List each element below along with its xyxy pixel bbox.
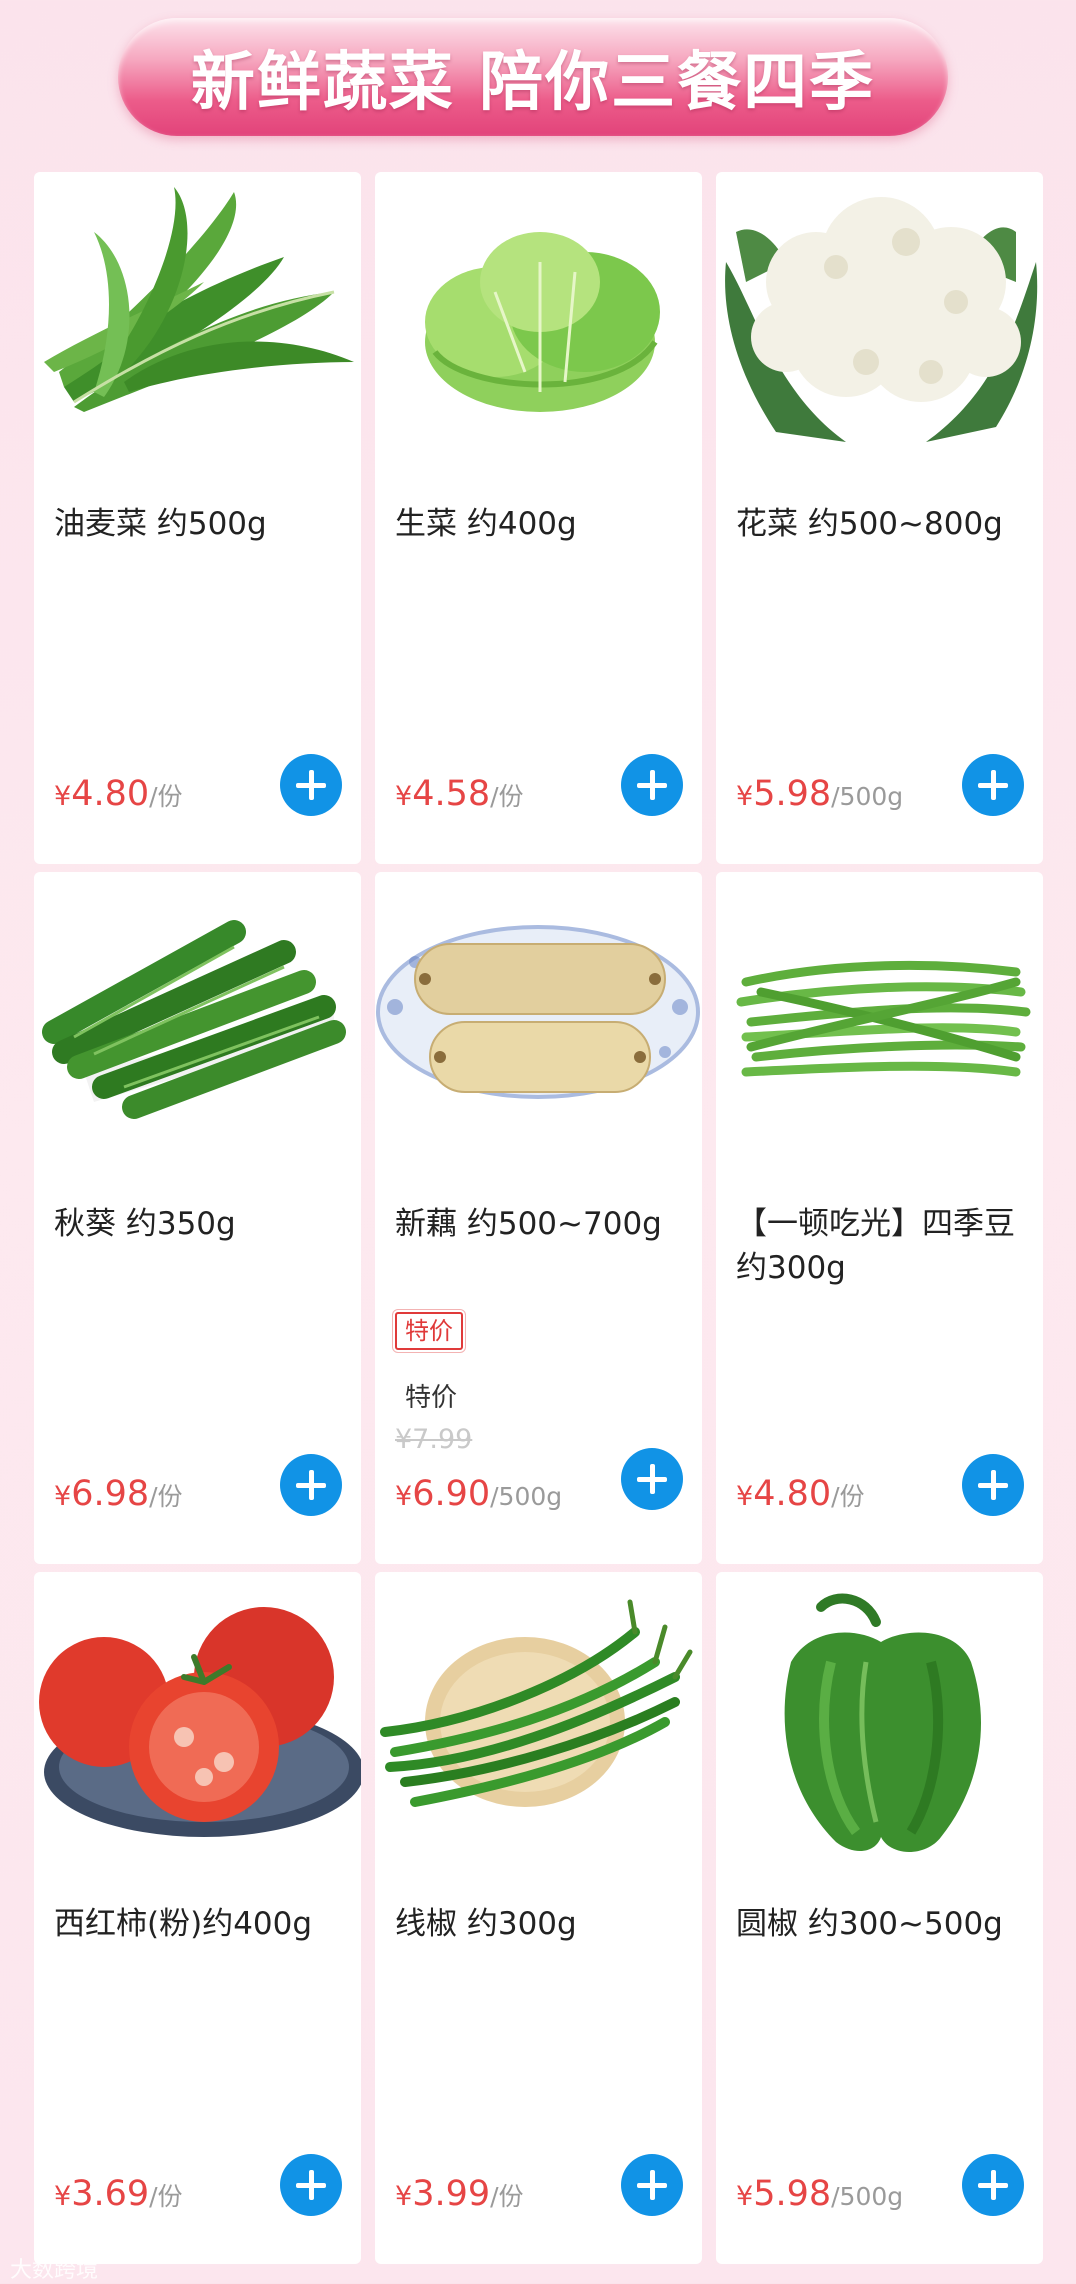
currency-symbol: ¥: [54, 781, 72, 812]
product-price: ¥3.99/份: [395, 2174, 524, 2214]
currency-symbol: ¥: [54, 1481, 72, 1512]
add-to-cart-button[interactable]: [280, 2154, 342, 2216]
price-unit: /份: [149, 2182, 183, 2211]
original-price: ¥7.99: [395, 1424, 473, 1455]
product-price: ¥5.98/500g: [736, 774, 903, 814]
promo-label: 特价: [405, 1383, 458, 1413]
product-name: 秋葵 约350g: [54, 1206, 236, 1242]
product-name: 生菜 约400g: [395, 506, 577, 542]
product-price: ¥3.69/份: [54, 2174, 183, 2214]
add-to-cart-button[interactable]: [280, 1454, 342, 1516]
okra-image: [42, 920, 346, 1119]
chili-pepper-image: [380, 1599, 693, 1807]
price-unit: /500g: [490, 1482, 563, 1511]
bell-pepper-image: [784, 1593, 981, 1852]
product-card[interactable]: 油麦菜 约500g ¥4.80/份: [34, 172, 361, 864]
currency-symbol: ¥: [736, 2181, 754, 2212]
price-value: 3.99: [412, 2174, 491, 2214]
page-banner: 新鲜蔬菜 陪你三餐四季: [118, 18, 948, 136]
product-card[interactable]: 花菜 约500~800g ¥5.98/500g: [716, 172, 1043, 864]
currency-symbol: ¥: [736, 781, 754, 812]
currency-symbol: ¥: [736, 1481, 754, 1512]
product-card[interactable]: 西红柿(粉)约400g ¥3.69/份: [34, 1572, 361, 2264]
product-name: 圆椒 约300~500g: [736, 1906, 1003, 1942]
tomato-image: [39, 1607, 361, 1837]
product-name: 新藕 约500~700g: [395, 1206, 662, 1242]
product-card[interactable]: 新藕 约500~700g 特价 特价 ¥7.99 ¥6.90/500g: [375, 872, 702, 1564]
add-to-cart-button[interactable]: [280, 754, 342, 816]
add-to-cart-button[interactable]: [621, 2154, 683, 2216]
price-unit: /500g: [831, 2182, 904, 2211]
romaine-lettuce-image: [44, 187, 354, 412]
price-value: 4.80: [71, 774, 150, 814]
product-name: 油麦菜 约500g: [54, 506, 267, 542]
price-unit: /500g: [831, 782, 904, 811]
price-unit: /份: [831, 1482, 865, 1511]
product-card[interactable]: 秋葵 约350g ¥6.98/份: [34, 872, 361, 1564]
product-card[interactable]: 线椒 约300g ¥3.99/份: [375, 1572, 702, 2264]
product-name: 线椒 约300g: [395, 1906, 577, 1942]
product-name: 【一顿吃光】四季豆 约300g: [736, 1206, 1015, 1286]
product-grid: 油麦菜 约500g ¥4.80/份 生菜 约400g ¥4.58/份 花菜 约5…: [34, 172, 1044, 2264]
price-value: 5.98: [753, 2174, 832, 2214]
price-value: 4.58: [412, 774, 491, 814]
add-to-cart-button[interactable]: [621, 1448, 683, 1510]
price-value: 6.98: [71, 1474, 150, 1514]
product-price: ¥5.98/500g: [736, 2174, 903, 2214]
currency-symbol: ¥: [395, 2181, 413, 2212]
product-card[interactable]: 【一顿吃光】四季豆 约300g ¥4.80/份: [716, 872, 1043, 1564]
cauliflower-image: [725, 197, 1038, 442]
product-name: 花菜 约500~800g: [736, 506, 1003, 542]
product-price: ¥6.90/500g: [395, 1474, 562, 1514]
add-to-cart-button[interactable]: [962, 2154, 1024, 2216]
product-card[interactable]: 圆椒 约300~500g ¥5.98/500g: [716, 1572, 1043, 2264]
product-card[interactable]: 生菜 约400g ¥4.58/份: [375, 172, 702, 864]
lettuce-image: [425, 232, 660, 412]
product-price: ¥4.58/份: [395, 774, 524, 814]
green-beans-image: [736, 960, 1031, 1077]
currency-symbol: ¥: [395, 1481, 413, 1512]
lotus-root-image: [376, 925, 700, 1099]
price-unit: /份: [490, 2182, 524, 2211]
product-name: 西红柿(粉)约400g: [54, 1906, 313, 1942]
currency-symbol: ¥: [54, 2181, 72, 2212]
banner-title: 新鲜蔬菜 陪你三餐四季: [190, 46, 876, 120]
add-to-cart-button[interactable]: [962, 1454, 1024, 1516]
special-price-tag: 特价: [395, 1312, 463, 1350]
add-to-cart-button[interactable]: [621, 754, 683, 816]
product-price: ¥6.98/份: [54, 1474, 183, 1514]
price-value: 4.80: [753, 1474, 832, 1514]
price-unit: /份: [149, 782, 183, 811]
currency-symbol: ¥: [395, 781, 413, 812]
add-to-cart-button[interactable]: [962, 754, 1024, 816]
product-price: ¥4.80/份: [54, 774, 183, 814]
price-value: 5.98: [753, 774, 832, 814]
watermark: 大数跨境: [10, 2258, 99, 2283]
price-value: 6.90: [412, 1474, 491, 1514]
price-unit: /份: [490, 782, 524, 811]
price-value: 3.69: [71, 2174, 150, 2214]
product-price: ¥4.80/份: [736, 1474, 865, 1514]
price-unit: /份: [149, 1482, 183, 1511]
